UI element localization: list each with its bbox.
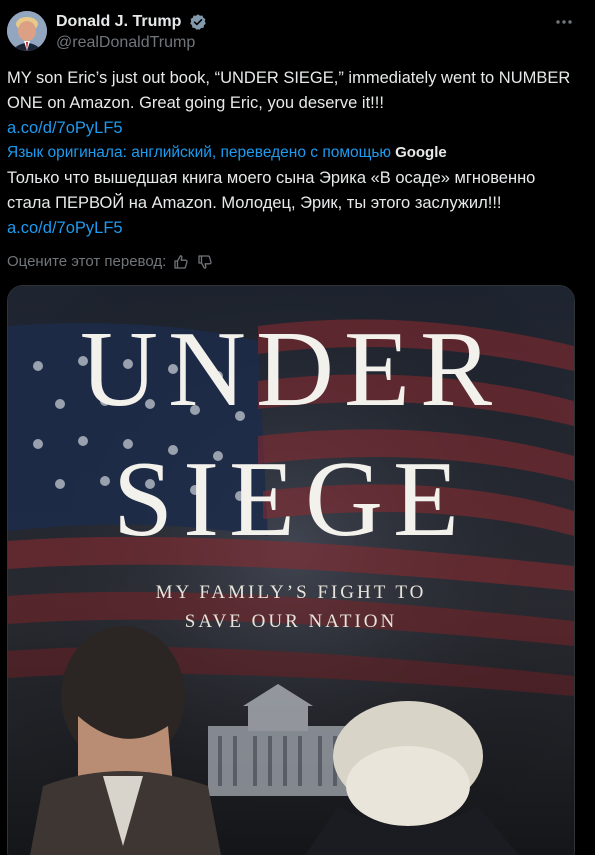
- thumbs-up-icon[interactable]: [172, 253, 190, 271]
- book-title-line-2: SIEGE: [113, 440, 469, 559]
- translation-note[interactable]: Язык оригинала: английский, переведено с…: [7, 142, 447, 164]
- tweet-original-link[interactable]: a.co/d/7oPyLF5: [7, 116, 582, 141]
- book-subtitle-line-2: SAVE OUR NATION: [184, 611, 398, 632]
- tweet-translated-text: Только что вышедшая книга моего сына Эри…: [7, 169, 536, 212]
- thumbs-down-icon[interactable]: [196, 253, 214, 271]
- verified-badge-icon: [190, 14, 206, 30]
- tweet-translated-text-block: Только что вышедшая книга моего сына Эри…: [7, 166, 582, 241]
- book-title-line-1: UNDER: [80, 310, 502, 429]
- author-name[interactable]: Donald J. Trump: [56, 12, 181, 32]
- tweet: Donald J. Trump @realDonaldTrump MY son …: [0, 0, 595, 855]
- rate-translation-label: Оцените этот перевод:: [7, 253, 167, 270]
- rate-translation: Оцените этот перевод:: [7, 251, 214, 273]
- more-options-icon[interactable]: [552, 10, 576, 34]
- translation-note-text[interactable]: Язык оригинала: английский, переведено с…: [7, 144, 391, 161]
- author-handle[interactable]: @realDonaldTrump: [56, 33, 195, 53]
- avatar[interactable]: [7, 11, 47, 51]
- tweet-original-text-block: MY son Eric’s just out book, “UNDER SIEG…: [7, 66, 582, 141]
- google-translate-logo: Google: [395, 144, 447, 161]
- tweet-original-text: MY son Eric’s just out book, “UNDER SIEG…: [7, 69, 571, 112]
- book-cover-image[interactable]: UNDER SIEGE MY FAMILY’S FIGHT TO SAVE OU…: [7, 285, 575, 855]
- book-subtitle-line-1: MY FAMILY’S FIGHT TO: [155, 582, 427, 603]
- tweet-translated-link[interactable]: a.co/d/7oPyLF5: [7, 216, 582, 241]
